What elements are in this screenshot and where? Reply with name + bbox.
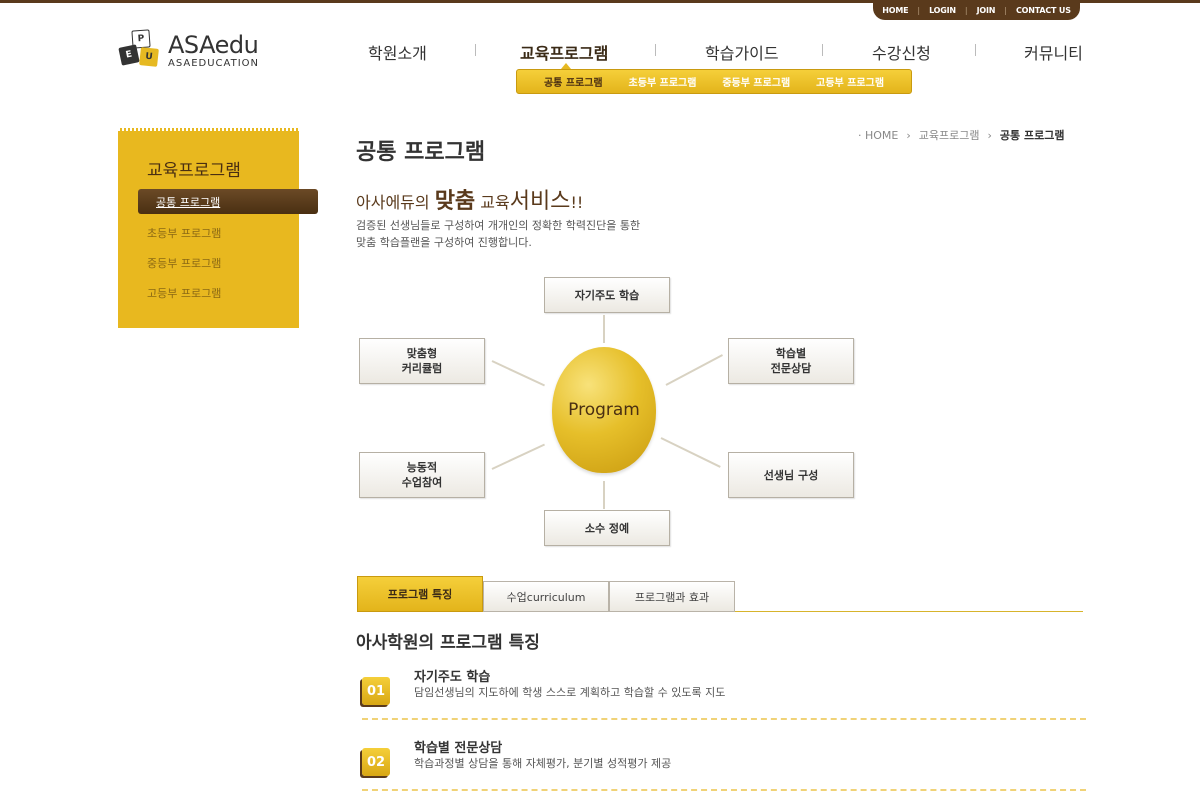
headline-emphasis: 서비스 (509, 189, 571, 214)
gnb-divider (475, 44, 476, 56)
page-title: 공통 프로그램 (356, 140, 486, 165)
connector-line (603, 481, 605, 509)
tab-effects[interactable]: 프로그램과 효과 (609, 581, 735, 612)
subnav-item-middle[interactable]: 중등부 프로그램 (722, 74, 790, 89)
feature-title: 학습별 전문상담 (414, 741, 503, 756)
node-line: 수업참여 (401, 476, 443, 489)
headline: 아사에듀의 맞춤 교육서비스!! (356, 183, 583, 215)
subnav-item-high[interactable]: 고등부 프로그램 (816, 74, 884, 89)
gnb-item-about[interactable]: 학원소개 (368, 40, 427, 64)
diagram-node-counseling: 학습별전문상담 (728, 338, 854, 384)
connector-line (665, 354, 723, 386)
util-home-link[interactable]: HOME (873, 6, 917, 15)
util-login-link[interactable]: LOGIN (920, 6, 965, 15)
utility-nav: HOME | LOGIN | JOIN | CONTACT US (873, 0, 1080, 20)
tab-features[interactable]: 프로그램 특징 (357, 576, 483, 612)
dashed-divider (362, 789, 1086, 791)
feature-item: 02 학습별 전문상담 학습과정별 상담을 통해 자체평가, 분기별 성적평가 … (356, 737, 1086, 797)
headline-part: 교육 (475, 193, 510, 212)
left-menu-item-elementary[interactable]: 초등부 프로그램 (147, 225, 221, 241)
feature-description: 담임선생님의 지도하에 학생 스스로 계획하고 학습할 수 있도록 지도 (414, 686, 726, 699)
gnb-divider (975, 44, 976, 56)
diagram-node-active-participation: 능동적수업참여 (359, 452, 485, 498)
node-line: 맞춤형 (406, 347, 438, 360)
breadcrumb: · HOME › 교육프로그램 › 공통 프로그램 (858, 127, 1064, 143)
diagram-node-teachers: 선생님 구성 (728, 452, 854, 498)
gnb-divider (655, 44, 656, 56)
connector-line (660, 437, 721, 468)
node-line: 커리큘럼 (401, 362, 443, 375)
connector-line (491, 443, 545, 470)
program-tabs: 프로그램 특징 수업curriculum 프로그램과 효과 (357, 576, 1083, 612)
node-line: 학습별 (775, 347, 807, 360)
breadcrumb-home[interactable]: · HOME (858, 129, 898, 142)
intro-line: 검증된 선생님들로 구성하여 개개인의 정확한 학력진단을 통한 (356, 219, 641, 232)
section-title: 아사학원의 프로그램 특징 (356, 633, 540, 653)
util-join-link[interactable]: JOIN (968, 6, 1005, 15)
intro-text: 검증된 선생님들로 구성하여 개개인의 정확한 학력진단을 통한 맞춤 학습플랜… (356, 217, 676, 251)
sub-nav: 공통 프로그램 초등부 프로그램 중등부 프로그램 고등부 프로그램 (516, 69, 912, 94)
connector-line (491, 360, 545, 387)
intro-line: 맞춤 학습플랜을 구성하여 진행합니다. (356, 236, 532, 249)
left-menu-item-high[interactable]: 고등부 프로그램 (147, 285, 221, 301)
tab-curriculum[interactable]: 수업curriculum (483, 581, 609, 612)
breadcrumb-programs[interactable]: 교육프로그램 (919, 127, 980, 143)
gnb-item-community[interactable]: 커뮤니티 (1024, 40, 1083, 64)
gnb-item-guide[interactable]: 학습가이드 (705, 40, 779, 64)
main-nav: 학원소개 교육프로그램 학습가이드 수강신청 커뮤니티 (0, 40, 1200, 64)
subnav-item-elementary[interactable]: 초등부 프로그램 (629, 74, 697, 89)
node-line: 전문상담 (770, 362, 812, 375)
gnb-item-register[interactable]: 수강신청 (872, 40, 931, 64)
headline-emphasis: 맞춤 (434, 189, 476, 214)
program-balloon: Program (552, 347, 656, 473)
feature-number-badge: 02 (362, 748, 390, 776)
breadcrumb-home-label: HOME (865, 128, 899, 142)
gnb-item-programs[interactable]: 교육프로그램 (520, 40, 608, 64)
program-diagram: 자기주도 학습 맞춤형커리큘럼 학습별전문상담 능동적수업참여 선생님 구성 소… (356, 270, 856, 555)
feature-title: 자기주도 학습 (414, 670, 491, 685)
connector-line (603, 315, 605, 343)
feature-item: 01 자기주도 학습 담임선생님의 지도하에 학생 스스로 계획하고 학습할 수… (356, 666, 1086, 726)
headline-part: 아사에듀의 (356, 193, 435, 212)
feature-description: 학습과정별 상담을 통해 자체평가, 분기별 성적평가 제공 (414, 757, 672, 770)
chevron-right-icon: › (987, 128, 992, 142)
gnb-divider (822, 44, 823, 56)
diagram-node-custom-curriculum: 맞춤형커리큘럼 (359, 338, 485, 384)
headline-part: !! (570, 193, 584, 212)
subnav-item-common[interactable]: 공통 프로그램 (544, 74, 603, 89)
diagram-node-self-study: 자기주도 학습 (544, 277, 670, 313)
left-menu-title: 교육프로그램 (147, 161, 241, 181)
left-menu-top-edge (118, 128, 299, 131)
chevron-right-icon: › (906, 128, 911, 142)
feature-number-badge: 01 (362, 677, 390, 705)
breadcrumb-current: 공통 프로그램 (999, 129, 1065, 142)
diagram-node-small-class: 소수 정예 (544, 510, 670, 546)
left-menu-item-middle[interactable]: 중등부 프로그램 (147, 255, 221, 271)
node-line: 능동적 (406, 461, 438, 474)
util-contact-link[interactable]: CONTACT US (1007, 6, 1080, 15)
left-menu: 교육프로그램 공통 프로그램 초등부 프로그램 중등부 프로그램 고등부 프로그… (118, 128, 318, 328)
left-menu-item-common[interactable]: 공통 프로그램 (138, 189, 318, 214)
dashed-divider (362, 718, 1086, 720)
